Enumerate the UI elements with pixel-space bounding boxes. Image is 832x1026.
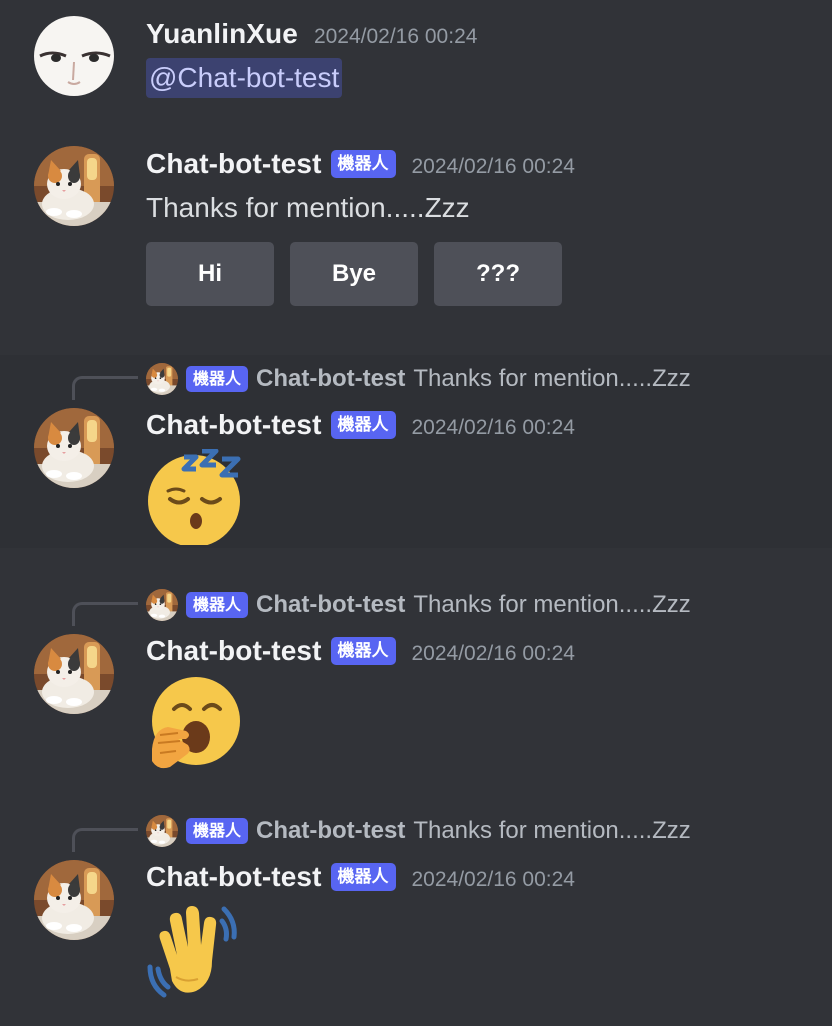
reply-preview[interactable]: 機器人 Chat-bot-test Thanks for mention....… [146,363,691,395]
avatar[interactable] [34,860,114,940]
message-bot-reply-waving: 機器人 Chat-bot-test Thanks for mention....… [0,807,832,1026]
timestamp: 2024/02/16 00:24 [411,416,576,439]
reply-text: Thanks for mention.....Zzz [413,817,691,844]
username[interactable]: Chat-bot-test [146,148,322,180]
bot-tag: 機器人 [330,863,396,891]
timestamp: 2024/02/16 00:24 [411,155,576,178]
reply-avatar [146,363,178,395]
avatar[interactable] [34,634,114,714]
timestamp: 2024/02/16 00:24 [411,868,576,891]
reply-author: Chat-bot-test [256,591,406,618]
bot-tag: 機器人 [330,411,396,439]
reply-text: Thanks for mention.....Zzz [413,591,691,618]
reply-preview[interactable]: 機器人 Chat-bot-test Thanks for mention....… [146,589,691,621]
message-text: Thanks for mention.....Zzz [146,192,470,223]
message-bot-reply-yawning: 機器人 Chat-bot-test Thanks for mention....… [0,581,832,781]
reply-spine [72,828,138,852]
bot-tag: 機器人 [186,818,249,844]
hi-button[interactable]: Hi [146,242,274,306]
username[interactable]: Chat-bot-test [146,409,322,441]
avatar[interactable] [34,16,114,96]
message-yuanlinxue: YuanlinXue 2024/02/16 00:24 @Chat-bot-te… [0,0,832,130]
sleeping-face-icon [146,448,246,550]
reply-spine [72,602,138,626]
timestamp: 2024/02/16 00:24 [313,25,478,48]
message-bot-reply-sleeping: 機器人 Chat-bot-test Thanks for mention....… [0,355,832,548]
avatar[interactable] [34,408,114,488]
bot-tag: 機器人 [186,366,249,392]
reply-avatar [146,815,178,847]
reply-author: Chat-bot-test [256,365,406,392]
user-mention[interactable]: @Chat-bot-test [146,58,343,98]
reply-author: Chat-bot-test [256,817,406,844]
username[interactable]: YuanlinXue [146,18,298,50]
reply-text: Thanks for mention.....Zzz [413,365,691,392]
question-button[interactable]: ??? [434,242,562,306]
reply-spine [72,376,138,400]
bot-tag: 機器人 [186,592,249,618]
username[interactable]: Chat-bot-test [146,861,322,893]
bye-button[interactable]: Bye [290,242,418,306]
username[interactable]: Chat-bot-test [146,635,322,667]
bot-tag: 機器人 [330,637,396,665]
yawning-face-icon [146,675,246,776]
reply-avatar [146,589,178,621]
avatar[interactable] [34,146,114,226]
chat-message-list: YuanlinXue 2024/02/16 00:24 @Chat-bot-te… [0,0,832,1026]
waving-hand-icon [146,899,246,1004]
timestamp: 2024/02/16 00:24 [411,642,576,665]
reply-preview[interactable]: 機器人 Chat-bot-test Thanks for mention....… [146,815,691,847]
bot-tag: 機器人 [330,150,396,178]
message-bot-buttons: Chat-bot-test 機器人 2024/02/16 00:24 Thank… [0,130,832,355]
